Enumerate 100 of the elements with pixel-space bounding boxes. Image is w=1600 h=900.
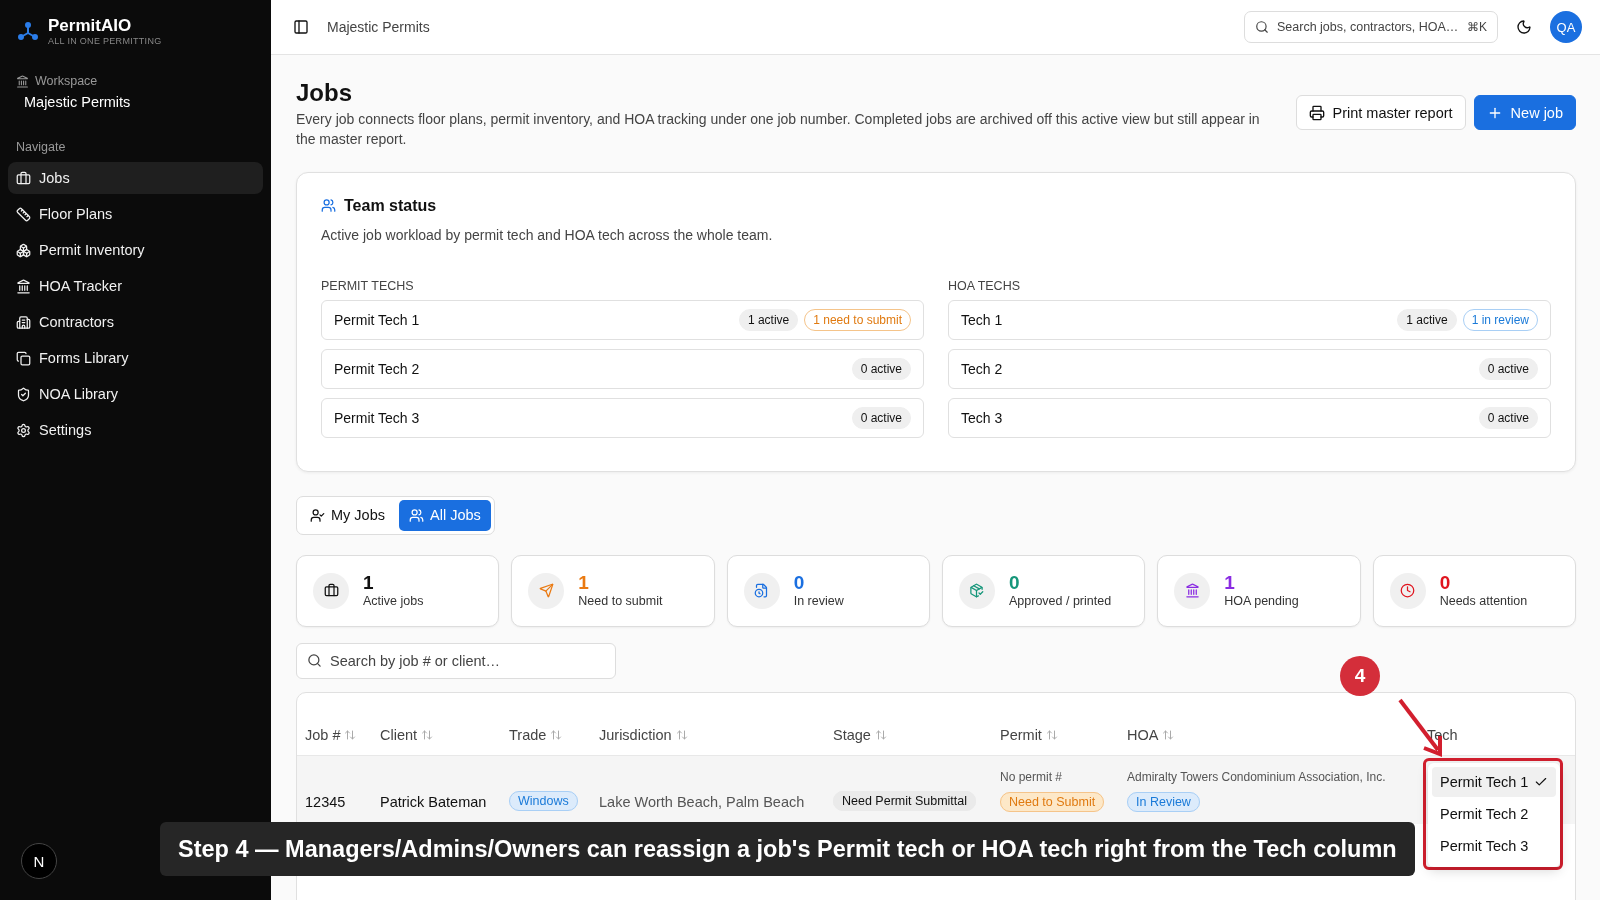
nav-item[interactable]: Forms Library — [8, 342, 263, 374]
moon-icon[interactable] — [1516, 19, 1532, 35]
breadcrumb: Majestic Permits — [327, 19, 431, 35]
group-heading: PERMIT TECHS — [321, 278, 415, 293]
trade-tag: Windows — [509, 790, 578, 811]
users-icon — [409, 507, 424, 523]
column-header[interactable]: Client — [380, 726, 418, 743]
boxes-icon — [16, 242, 31, 258]
package-icon — [969, 583, 985, 599]
column-header[interactable]: Job # — [305, 726, 341, 743]
nav-item[interactable]: Settings — [8, 414, 263, 446]
sort-icon[interactable] — [675, 728, 688, 741]
check-icon — [1534, 775, 1548, 789]
permit-number: No permit # — [1000, 769, 1064, 784]
view-tab[interactable]: My Jobs — [300, 499, 395, 531]
settings-icon — [16, 422, 31, 438]
nav-item[interactable]: Permit Inventory — [8, 234, 263, 266]
sort-icon[interactable] — [1045, 728, 1058, 741]
workspace-name[interactable]: Majestic Permits — [8, 88, 263, 110]
stat-value: 0 — [793, 573, 806, 593]
logo-icon — [18, 22, 38, 40]
status-tag: In Review — [1127, 791, 1200, 812]
stat-value: 0 — [1439, 573, 1452, 593]
table-cell-text: Lake Worth Beach, Palm Beach — [599, 792, 806, 810]
clock-icon — [1400, 583, 1416, 599]
dev-badge[interactable]: N — [21, 843, 57, 879]
nav-item[interactable]: Contractors — [8, 306, 263, 338]
page-title: Jobs — [296, 79, 353, 107]
stat-value: 1 — [1224, 573, 1236, 593]
card-subtitle: Active job workload by permit tech and HOA tech across the whole team. — [321, 226, 774, 243]
nav-item[interactable]: HOA Tracker — [8, 270, 263, 302]
stat-value: 1 — [363, 573, 375, 593]
stat-label: Need to submit — [578, 594, 663, 609]
search-icon — [307, 653, 322, 669]
search-icon — [1255, 20, 1269, 34]
building-icon — [16, 314, 31, 330]
search-field[interactable]: Search jobs, contractors, HOA… ⌘K — [1244, 11, 1498, 43]
count-badge: 0 active — [1478, 357, 1538, 380]
count-badge: 0 active — [851, 406, 911, 429]
tech-name: Permit Tech 1 — [334, 311, 420, 328]
sort-icon[interactable] — [550, 728, 563, 741]
brand-tagline: ALL IN ONE PERMITTING — [48, 36, 162, 46]
table-cell-text: 12345 — [305, 792, 347, 810]
copy-icon — [16, 350, 31, 366]
nav-item[interactable]: Jobs — [8, 162, 263, 194]
user-icon — [310, 507, 325, 523]
count-badge: 1 active — [1397, 308, 1457, 331]
count-badge: 1 need to submit — [804, 308, 911, 331]
briefcase-icon — [16, 170, 31, 186]
print-button[interactable]: Print master report — [1295, 95, 1466, 130]
menu-item[interactable]: Permit Tech 1 — [1432, 767, 1556, 797]
stat-value: 0 — [1009, 573, 1021, 593]
column-header[interactable]: Stage — [833, 726, 871, 743]
sort-icon[interactable] — [344, 728, 357, 741]
column-header[interactable]: HOA — [1127, 726, 1159, 743]
workspace-label: Workspace — [35, 74, 98, 88]
nav-item[interactable]: Floor Plans — [8, 198, 263, 230]
tech-name: Permit Tech 3 — [334, 409, 420, 426]
new-job-button[interactable]: New job — [1473, 95, 1576, 130]
status-tag: Need to Submit — [1000, 791, 1105, 812]
stat-label: HOA pending — [1224, 594, 1299, 609]
nav-item[interactable]: NOA Library — [8, 378, 263, 410]
briefcase-icon — [323, 583, 339, 599]
column-header[interactable]: Trade — [509, 726, 547, 743]
brand-name: PermitAIO — [48, 16, 133, 36]
stat-label: Approved / printed — [1009, 594, 1112, 609]
shield-icon — [16, 386, 31, 402]
group-heading: HOA TECHS — [948, 278, 1021, 293]
count-badge: 0 active — [1478, 406, 1538, 429]
tech-name: Tech 3 — [961, 409, 1003, 426]
bank-icon — [16, 278, 31, 294]
send-icon — [538, 583, 554, 599]
sort-icon[interactable] — [1162, 728, 1175, 741]
tech-name: Tech 1 — [961, 311, 1003, 328]
tech-name: Permit Tech 2 — [334, 360, 420, 377]
avatar[interactable]: QA — [1550, 11, 1582, 43]
step-marker: 4 — [1340, 656, 1380, 696]
sort-icon[interactable] — [874, 728, 887, 741]
printer-icon — [1308, 104, 1325, 121]
stage-tag: Need Permit Submittal — [833, 790, 977, 811]
file-icon — [754, 583, 770, 599]
view-tab[interactable]: All Jobs — [399, 499, 491, 531]
card-title: Team status — [344, 196, 437, 215]
job-search-field[interactable]: Search by job # or client… — [296, 642, 616, 679]
caption: Step 4 — Managers/Admins/Owners can reassign a job's Permit tech or HOA tech right from the Tech column — [160, 822, 1415, 876]
stat-label: Needs attention — [1439, 594, 1528, 609]
table-cell-text: Patrick Bateman — [380, 792, 488, 810]
column-header[interactable]: Permit — [1000, 726, 1042, 743]
stat-value: 1 — [578, 573, 590, 593]
stat-label: In review — [793, 594, 844, 609]
bank-icon — [16, 74, 29, 88]
column-header[interactable]: Tech — [1427, 726, 1458, 743]
menu-item[interactable]: Permit Tech 3 — [1432, 831, 1556, 861]
column-header[interactable]: Jurisdiction — [599, 726, 672, 743]
count-badge: 1 active — [738, 308, 799, 331]
sidebar-toggle-icon[interactable] — [293, 19, 309, 35]
nav-heading: Navigate — [16, 140, 66, 154]
sort-icon[interactable] — [421, 728, 434, 741]
count-badge: 1 in review — [1462, 308, 1538, 331]
count-badge: 0 active — [851, 357, 911, 380]
